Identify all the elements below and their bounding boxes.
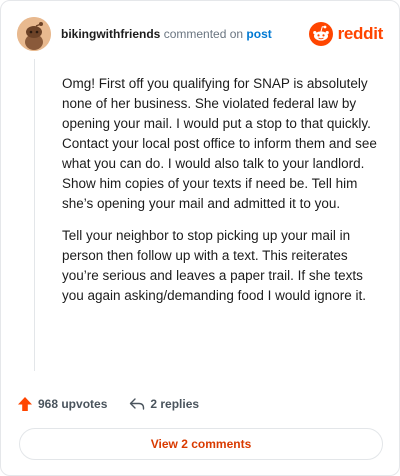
reply-arrow-icon	[130, 398, 145, 410]
view-comments-button[interactable]: View 2 comments	[19, 428, 383, 460]
upvote-button[interactable]: 968 upvotes	[17, 396, 107, 412]
upvotes-count: 968 upvotes	[38, 397, 108, 411]
comment-paragraph: Tell your neighbor to stop picking up yo…	[62, 228, 366, 303]
comment-body: Omg! First off you qualifying for SNAP i…	[62, 74, 380, 318]
comment-paragraph: Omg! First off you qualifying for SNAP i…	[62, 76, 377, 211]
commented-on-text: commented on	[163, 27, 244, 41]
reddit-wordmark: reddit	[337, 24, 384, 43]
avatar-snoo-icon	[17, 17, 51, 51]
comment-byline: bikingwithfriends commented on post	[61, 27, 272, 41]
reddit-snoo-icon	[308, 22, 333, 46]
comment-card: bikingwithfriends commented on post redd…	[0, 0, 400, 476]
user-avatar[interactable]	[17, 17, 51, 51]
comment-actions: 968 upvotes 2 replies	[17, 393, 221, 415]
reddit-logo[interactable]: reddit	[308, 20, 384, 48]
post-link[interactable]: post	[246, 27, 271, 41]
thread-line[interactable]	[34, 59, 35, 371]
replies-count: 2 replies	[150, 397, 200, 411]
upvote-arrow-icon	[18, 397, 32, 411]
comment-header: bikingwithfriends commented on post redd…	[17, 17, 383, 51]
username-link[interactable]: bikingwithfriends	[61, 27, 160, 41]
replies-button[interactable]: 2 replies	[129, 396, 199, 412]
